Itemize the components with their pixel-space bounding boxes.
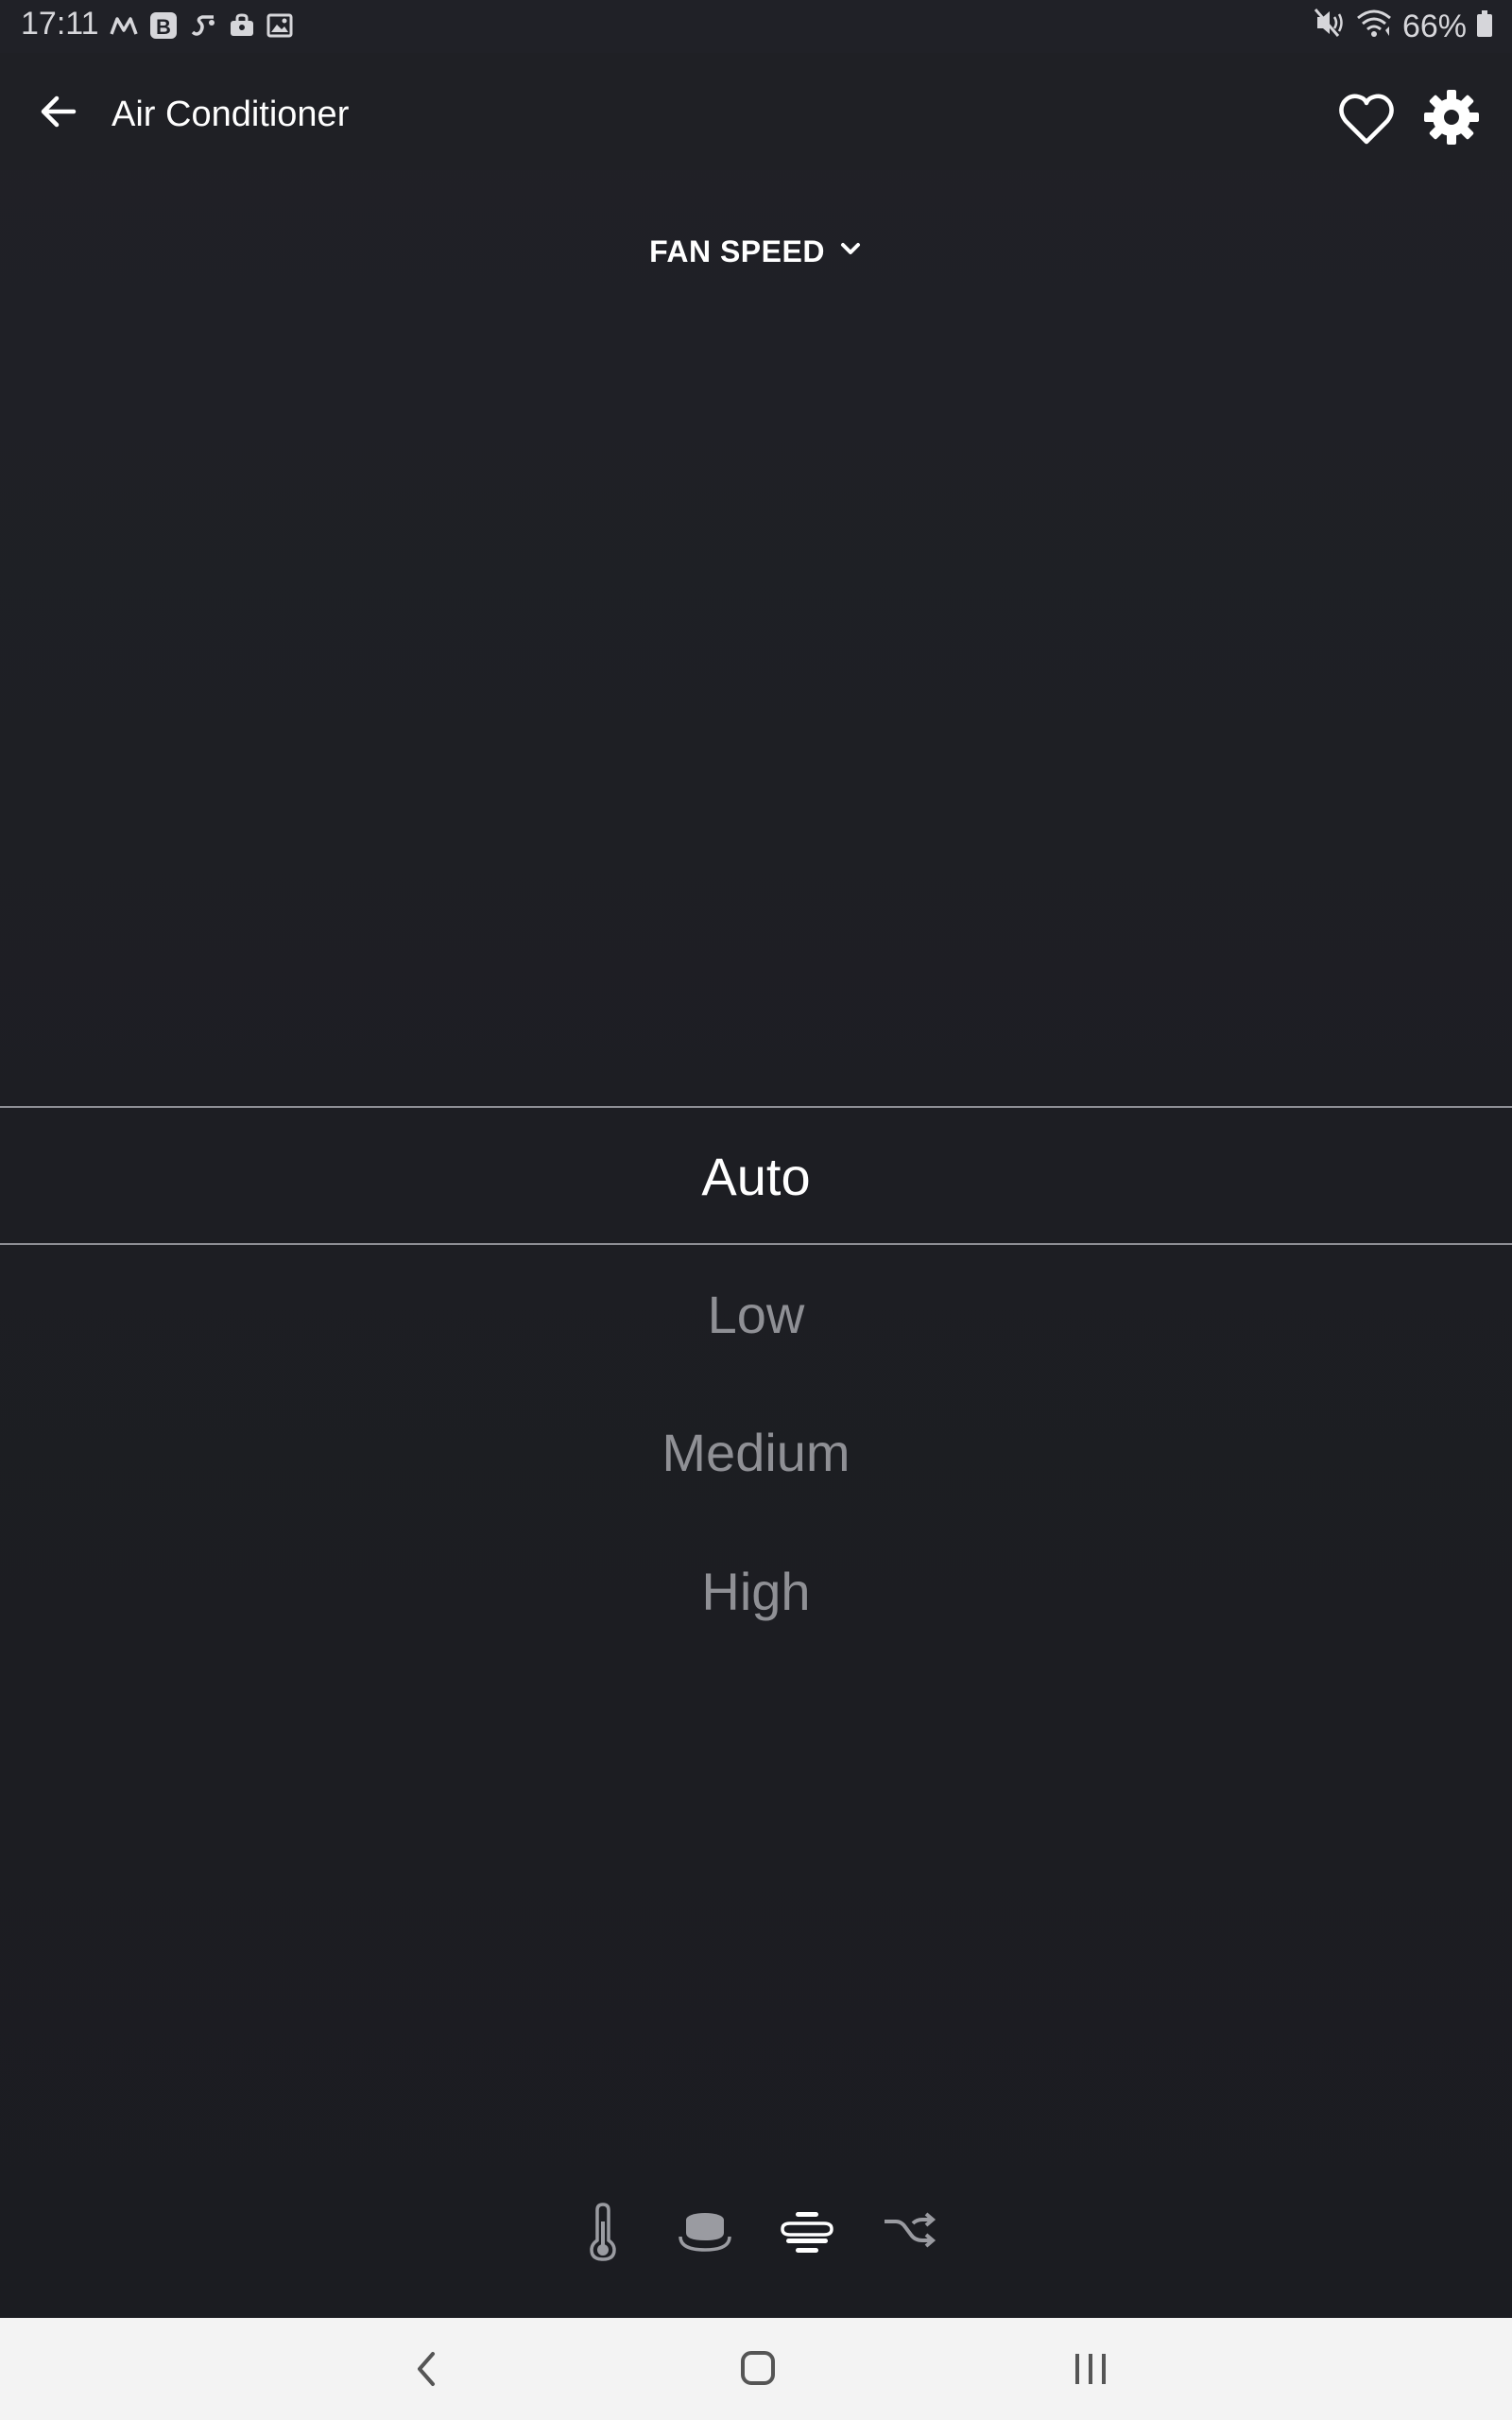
tab-temperature[interactable] [573,2203,633,2263]
nav-home-icon [741,2351,775,2385]
settings-button[interactable] [1423,89,1480,146]
page-title: Air Conditioner [112,95,350,134]
mode-dropdown-label: FAN SPEED [649,234,825,268]
heart-outline-icon [1339,94,1394,145]
picker-option-low[interactable]: Low [0,1284,1512,1345]
status-time: 17:11 [21,6,99,42]
tab-swing[interactable] [879,2203,939,2263]
tab-mode[interactable] [675,2203,735,2263]
mute-vibrate-icon [1314,8,1346,46]
battery-icon [1476,9,1493,46]
svg-text:B: B [156,15,171,39]
thermometer-icon [590,2203,616,2261]
gear-icon [1424,90,1479,145]
shuffle-icon [885,2212,936,2248]
nav-recents-icon [1075,2354,1106,2384]
picker-divider-bottom [0,1243,1512,1245]
favorite-button[interactable] [1336,91,1397,147]
status-system-icons: 66% [1314,8,1493,46]
status-notification-icons: B [110,11,293,40]
picker-option-high[interactable]: High [0,1561,1512,1622]
app-bar: Air Conditioner [0,53,1512,170]
nav-home-button[interactable] [735,2348,781,2390]
nav-recents-button[interactable] [1068,2348,1113,2390]
image-icon [266,13,293,38]
tab-fan-speed[interactable] [777,2203,837,2263]
m-icon [110,13,138,38]
nav-back-button[interactable] [404,2348,450,2390]
system-nav-bar [0,2318,1512,2420]
sonos-icon [189,13,217,38]
arrow-left-icon [41,95,77,128]
mode-dropdown[interactable]: FAN SPEED [0,234,1512,269]
nav-back-icon [418,2352,435,2386]
app-screen: 17:11 B 66% Air Conditioner FAN SPEED Au… [0,0,1512,2318]
fan-speed-icon [781,2212,833,2253]
picker-divider-top [0,1106,1512,1108]
battery-percent: 66% [1401,9,1467,44]
bag-icon [229,13,255,38]
picker-option-auto[interactable]: Auto [0,1146,1512,1207]
picker-option-medium[interactable]: Medium [0,1422,1512,1483]
back-button[interactable] [36,89,81,134]
status-bar: 17:11 B 66% [0,0,1512,53]
b-icon: B [149,11,178,40]
puck-icon [679,2213,731,2252]
chevron-down-icon [838,233,863,268]
bottom-tab-bar [0,2203,1512,2263]
wifi-icon [1355,8,1393,46]
